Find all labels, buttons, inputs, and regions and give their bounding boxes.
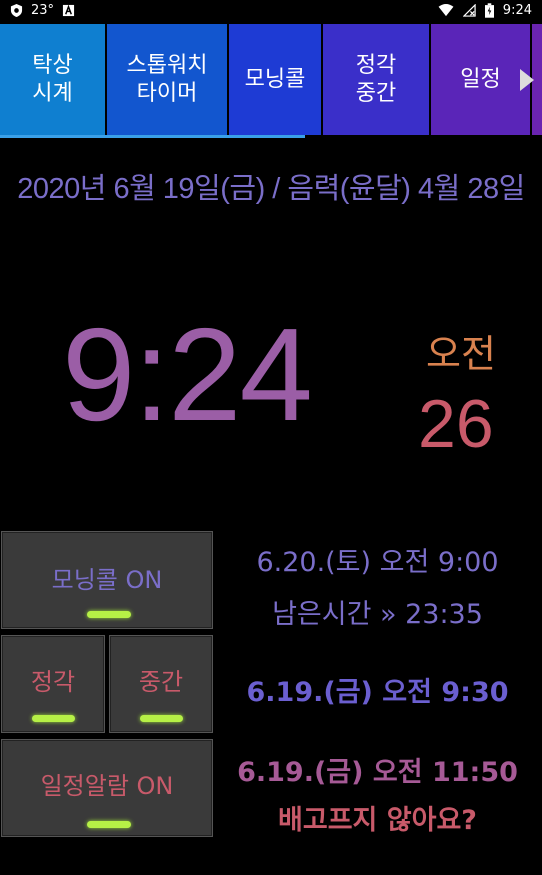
status-time: 9:24 (502, 3, 532, 18)
schedule-text: 배고프지 않아요? (278, 805, 477, 836)
scroll-right-icon[interactable] (520, 69, 534, 91)
app-a-icon (62, 4, 75, 17)
half-hour-led (140, 715, 183, 722)
on-the-hour-toggle-button[interactable]: 정각 (1, 635, 105, 733)
half-hour-toggle-button[interactable]: 중간 (109, 635, 213, 733)
date-line: 2020년 6월 19일(금) / 음력(윤달) 4월 28일 (17, 173, 525, 205)
status-bar: 23° 9:24 (0, 0, 542, 22)
tab-indicator (0, 135, 305, 138)
clock-seconds: 26 (418, 386, 494, 462)
hourly-next-time: 6.19.(금) 오전 9:30 (246, 677, 509, 708)
schedule-alarm-toggle-button[interactable]: 일정알람 ON (1, 739, 213, 837)
schedule-alarm-label: 일정알람 ON (40, 772, 174, 800)
shield-icon (10, 4, 23, 17)
clock-ampm: 오전 (426, 332, 496, 376)
on-the-hour-led (32, 715, 75, 722)
tab-morning-call[interactable]: 모닝콜 (229, 24, 321, 135)
morning-call-time: 6.20.(토) 오전 9:00 (256, 547, 499, 578)
schedule-time: 6.19.(금) 오전 11:50 (237, 757, 518, 788)
tab-bar: 탁상 시계 스톱워치 타이머 모닝콜 정각 중간 일정 (0, 24, 542, 136)
half-hour-label: 중간 (138, 668, 184, 696)
battery-icon (484, 3, 494, 18)
morning-call-label: 모닝콜 ON (51, 566, 163, 594)
tab-hourly[interactable]: 정각 중간 (323, 24, 429, 135)
morning-call-led (87, 611, 131, 618)
schedule-alarm-led (87, 821, 131, 828)
signal-off-icon (462, 4, 476, 17)
tab-schedule[interactable]: 일정 (431, 24, 530, 135)
tab-stopwatch-timer[interactable]: 스톱워치 타이머 (107, 24, 227, 135)
wifi-icon (438, 4, 454, 17)
on-the-hour-label: 정각 (30, 668, 76, 696)
temperature-text: 23° (31, 3, 55, 18)
tab-desk-clock[interactable]: 탁상 시계 (0, 24, 105, 135)
clock-time: 9:24 (62, 301, 313, 448)
remaining-time: 남은시간 » 23:35 (272, 599, 483, 630)
morning-call-toggle-button[interactable]: 모닝콜 ON (1, 531, 213, 629)
